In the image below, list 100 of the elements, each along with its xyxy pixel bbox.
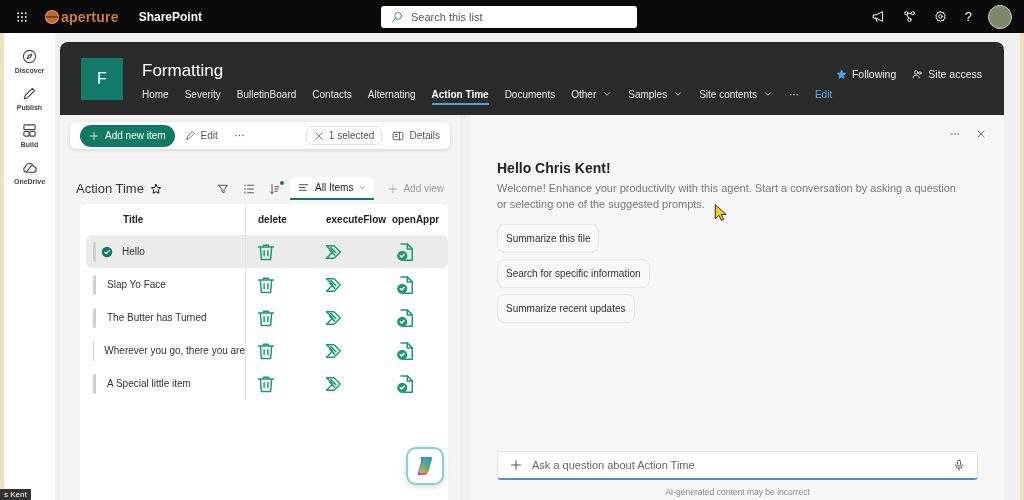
list-row[interactable]: The Butter has Turned — [80, 301, 448, 334]
attach-button[interactable] — [508, 457, 524, 473]
nav-menu[interactable]: Site contents — [699, 85, 773, 105]
settings-icon — [933, 10, 947, 23]
chat-input-bar[interactable]: Ask a question about Action Time — [497, 451, 978, 480]
search-bar[interactable]: Search this list — [381, 6, 637, 28]
nav-link[interactable]: Home — [142, 85, 169, 105]
app-launcher-icon[interactable] — [16, 10, 28, 23]
nav-link[interactable]: Severity — [184, 85, 221, 105]
details-pane-icon — [392, 129, 405, 142]
approve-button[interactable] — [396, 373, 416, 394]
document-check-icon — [396, 274, 416, 295]
video-name-label: s Kent — [0, 489, 31, 500]
cloud-icon — [22, 160, 37, 175]
list-row[interactable]: Wherever you go, there you are — [80, 334, 448, 367]
help-button[interactable]: ? — [962, 7, 974, 26]
nav-menu[interactable]: Samples — [628, 85, 684, 105]
approve-button[interactable] — [396, 307, 416, 328]
favorite-star-icon[interactable] — [149, 182, 162, 195]
delete-button[interactable] — [256, 340, 276, 361]
approve-button[interactable] — [396, 274, 416, 295]
app-title[interactable]: SharePoint — [138, 9, 202, 24]
suggested-prompt[interactable]: Summarize this file — [497, 224, 600, 253]
site-access-button[interactable]: Site access — [912, 68, 982, 80]
following-button[interactable]: Following — [835, 68, 897, 80]
nav-menu[interactable]: Other — [571, 85, 613, 105]
view-tab[interactable]: All Items — [290, 177, 375, 200]
blocks-icon — [22, 123, 37, 138]
list-row[interactable]: Slap Yo Face — [80, 268, 448, 301]
document-check-icon — [396, 340, 416, 361]
nav-link[interactable]: Documents — [504, 85, 556, 105]
trash-icon — [256, 373, 276, 394]
add-new-item-button[interactable]: Add new item — [80, 124, 175, 147]
star-icon — [835, 68, 847, 80]
delete-button[interactable] — [256, 307, 276, 328]
suggested-prompt[interactable]: Search for specific information — [497, 259, 650, 288]
people-icon — [912, 68, 924, 80]
lines-icon — [298, 182, 310, 193]
column-header[interactable]: openAppr — [386, 214, 448, 225]
list-icon — [243, 182, 256, 195]
close-icon — [976, 129, 986, 139]
site-title: Formatting — [142, 60, 225, 81]
megaphone-icon — [871, 10, 885, 23]
list-title: Action Time — [76, 181, 144, 196]
suggested-prompt[interactable]: Summarize recent updates — [497, 294, 635, 323]
nav-link[interactable]: Alternating — [367, 85, 416, 105]
site-logo: F — [81, 57, 123, 100]
document-check-icon — [396, 373, 416, 394]
trash-icon — [256, 241, 276, 262]
checkmark-circle-icon — [101, 245, 113, 258]
filter-icon — [217, 182, 230, 195]
disclaimer-text: AI-generated content may be incorrect — [664, 487, 811, 497]
close-icon — [313, 130, 324, 141]
close-button[interactable] — [974, 127, 988, 141]
document-check-icon — [396, 307, 416, 328]
list-row[interactable]: Hello — [86, 235, 448, 268]
nav-link[interactable]: BulletinBoard — [236, 85, 297, 105]
pencil-icon — [184, 130, 196, 141]
logo-icon — [44, 8, 60, 25]
approve-button[interactable] — [396, 241, 416, 262]
plus-icon — [388, 183, 399, 194]
brand-logo-text: aperture — [61, 8, 119, 25]
plus-icon — [510, 459, 522, 471]
trash-icon — [256, 274, 276, 295]
edit-link[interactable]: Edit — [814, 85, 833, 105]
mouse-cursor-icon — [713, 204, 727, 222]
compass-icon — [22, 49, 37, 64]
search-icon — [391, 11, 403, 23]
delete-button[interactable] — [256, 274, 276, 295]
title-cell: Slap Yo Face — [107, 279, 166, 290]
trash-icon — [256, 340, 276, 361]
edit-button[interactable]: Edit — [178, 127, 224, 144]
more-button[interactable]: ··· — [788, 85, 799, 105]
copilot-button[interactable] — [406, 447, 444, 485]
chevron-down-icon — [359, 184, 367, 191]
avatar[interactable] — [988, 4, 1012, 29]
chevron-down-icon — [673, 89, 684, 99]
question-field[interactable]: Ask a question about Action Time — [532, 459, 943, 471]
delete-button[interactable] — [256, 373, 276, 394]
greeting-heading: Hello Chris Kent! — [497, 160, 612, 176]
list-row[interactable]: A Special little item — [80, 367, 448, 400]
plus-icon — [89, 130, 99, 141]
column-header[interactable]: delete — [246, 214, 314, 225]
chevron-down-icon — [602, 89, 613, 99]
sort-icon — [269, 182, 282, 195]
title-cell: Hello — [122, 246, 145, 257]
title-cell: The Butter has Turned — [107, 312, 207, 323]
document-check-icon — [396, 241, 416, 262]
network-icon — [902, 10, 916, 23]
search-field[interactable]: Search this list — [411, 11, 611, 23]
title-cell: A Special little item — [107, 378, 191, 389]
column-header[interactable]: executeFlow — [314, 214, 386, 225]
details-button[interactable]: Details — [386, 126, 446, 145]
approve-button[interactable] — [396, 340, 416, 361]
nav-link[interactable]: Action Time — [431, 85, 489, 105]
nav-link[interactable]: Contacts — [312, 85, 352, 105]
clear-selection-button[interactable]: 1 selected — [305, 126, 383, 145]
microphone-icon — [953, 459, 965, 471]
delete-button[interactable] — [256, 241, 276, 262]
welcome-text: Welcome! Enhance your productivity with this agent. Start a conversation by asking a question or selecting one of the suggested prompts. — [497, 181, 957, 212]
